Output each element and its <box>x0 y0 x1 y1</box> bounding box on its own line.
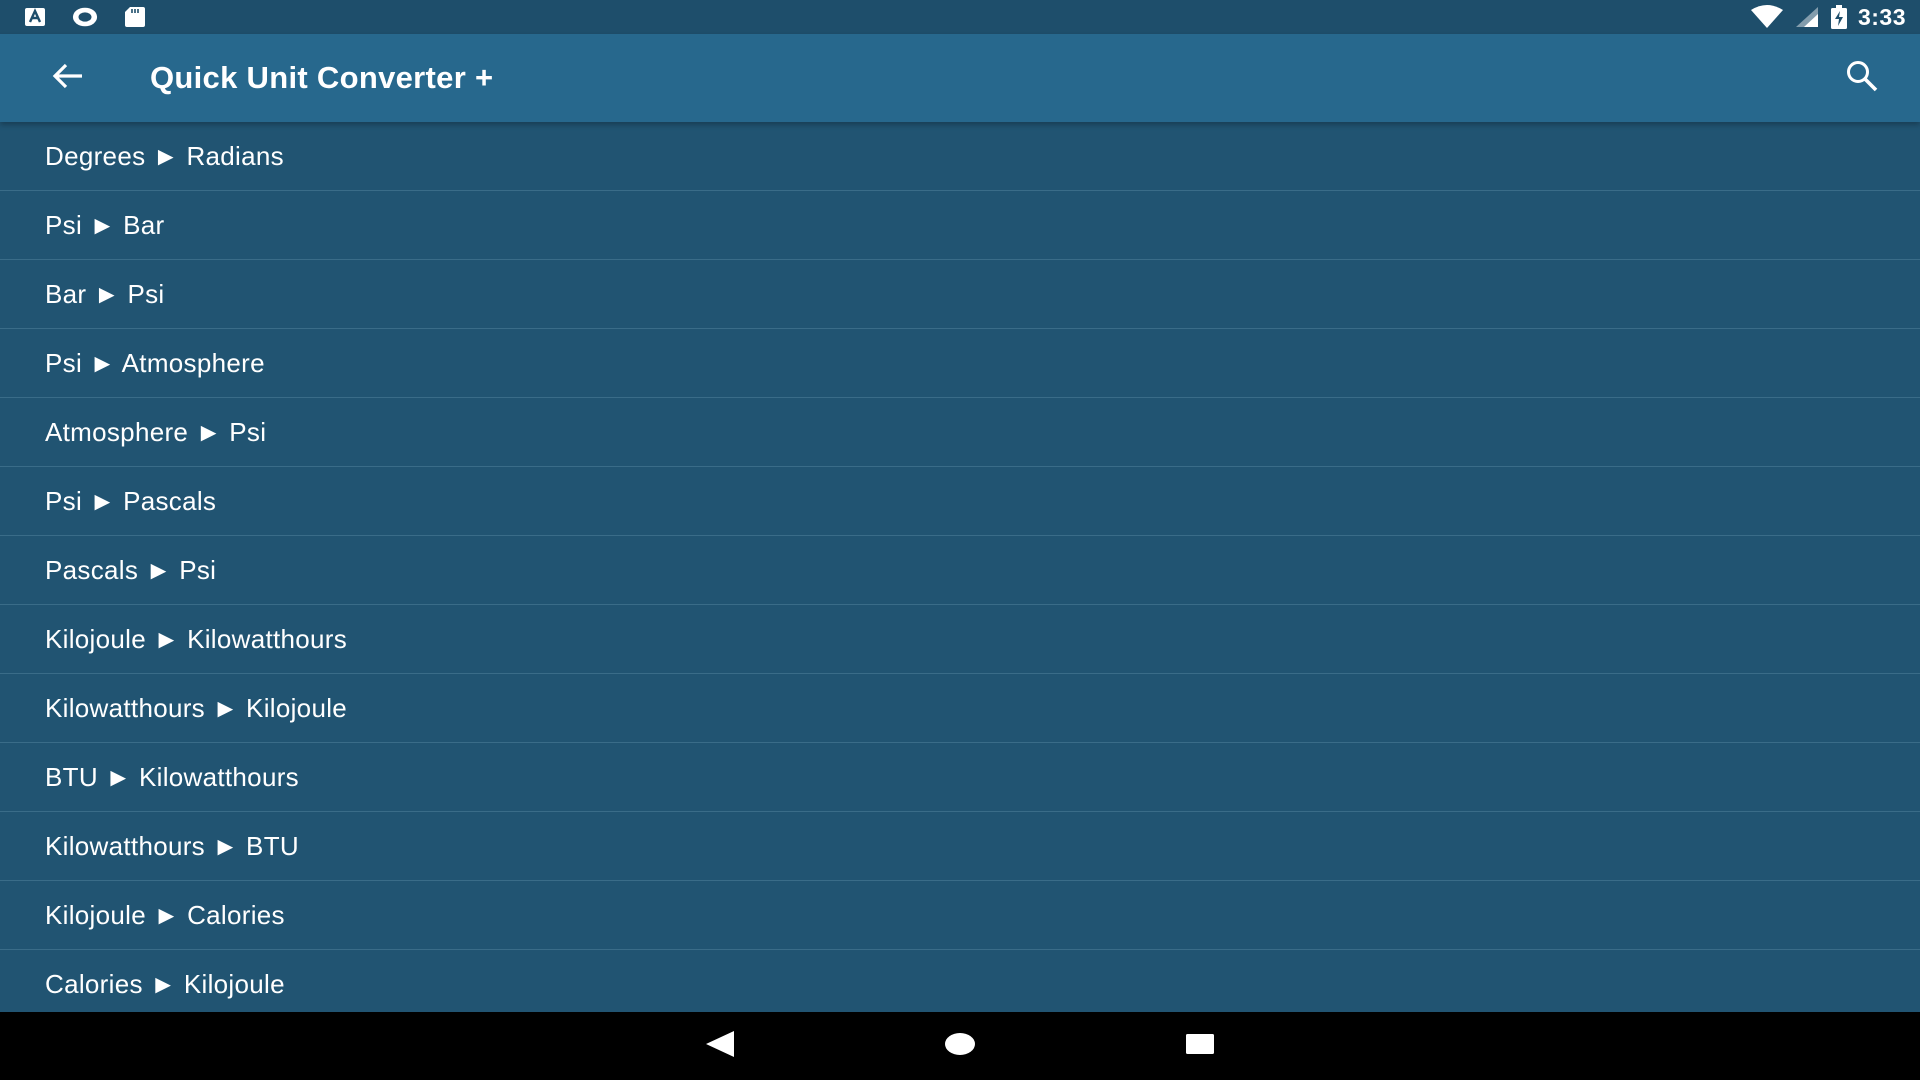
list-item[interactable]: Psi ► Bar <box>0 191 1920 260</box>
list-item[interactable]: Pascals ► Psi <box>0 536 1920 605</box>
page-title: Quick Unit Converter + <box>150 60 494 95</box>
nav-home-icon <box>944 1032 976 1061</box>
list-item[interactable]: Bar ► Psi <box>0 260 1920 329</box>
list-item[interactable]: Atmosphere ► Psi <box>0 398 1920 467</box>
nav-recents-icon <box>1185 1033 1215 1060</box>
back-button[interactable] <box>44 54 92 102</box>
list-item[interactable]: Calories ► Kilojoule <box>0 950 1920 1012</box>
list-item[interactable]: BTU ► Kilowatthours <box>0 743 1920 812</box>
wifi-icon <box>1750 4 1784 30</box>
list-item[interactable]: Kilojoule ► Calories <box>0 881 1920 950</box>
list-item[interactable]: Psi ► Pascals <box>0 467 1920 536</box>
circle-notification-icon <box>72 4 98 30</box>
cell-signal-icon <box>1794 4 1820 30</box>
status-bar: 3:33 <box>0 0 1920 34</box>
list-item[interactable]: Kilowatthours ► BTU <box>0 812 1920 881</box>
list-item[interactable]: Kilojoule ► Kilowatthours <box>0 605 1920 674</box>
status-notifications <box>0 4 148 30</box>
list-item[interactable]: Kilowatthours ► Kilojoule <box>0 674 1920 743</box>
text-notification-icon <box>22 4 48 30</box>
nav-recents-button[interactable] <box>1170 1016 1230 1076</box>
nav-back-icon <box>705 1030 735 1063</box>
battery-charging-icon <box>1830 4 1848 30</box>
search-icon <box>1845 59 1879 98</box>
list-item[interactable]: Psi ► Atmosphere <box>0 329 1920 398</box>
nav-back-button[interactable] <box>690 1016 750 1076</box>
sd-card-icon <box>122 4 148 30</box>
list-item[interactable]: Degrees ► Radians <box>0 122 1920 191</box>
navigation-bar <box>0 1012 1920 1080</box>
nav-home-button[interactable] <box>930 1016 990 1076</box>
status-time: 3:33 <box>1857 3 1906 30</box>
app-bar: Quick Unit Converter + <box>0 34 1920 122</box>
search-button[interactable] <box>1838 54 1886 102</box>
arrow-left-icon <box>52 62 84 95</box>
status-system: 3:33 <box>1750 4 1920 31</box>
conversion-list: Degrees ► Radians Psi ► Bar Bar ► Psi Ps… <box>0 122 1920 1012</box>
